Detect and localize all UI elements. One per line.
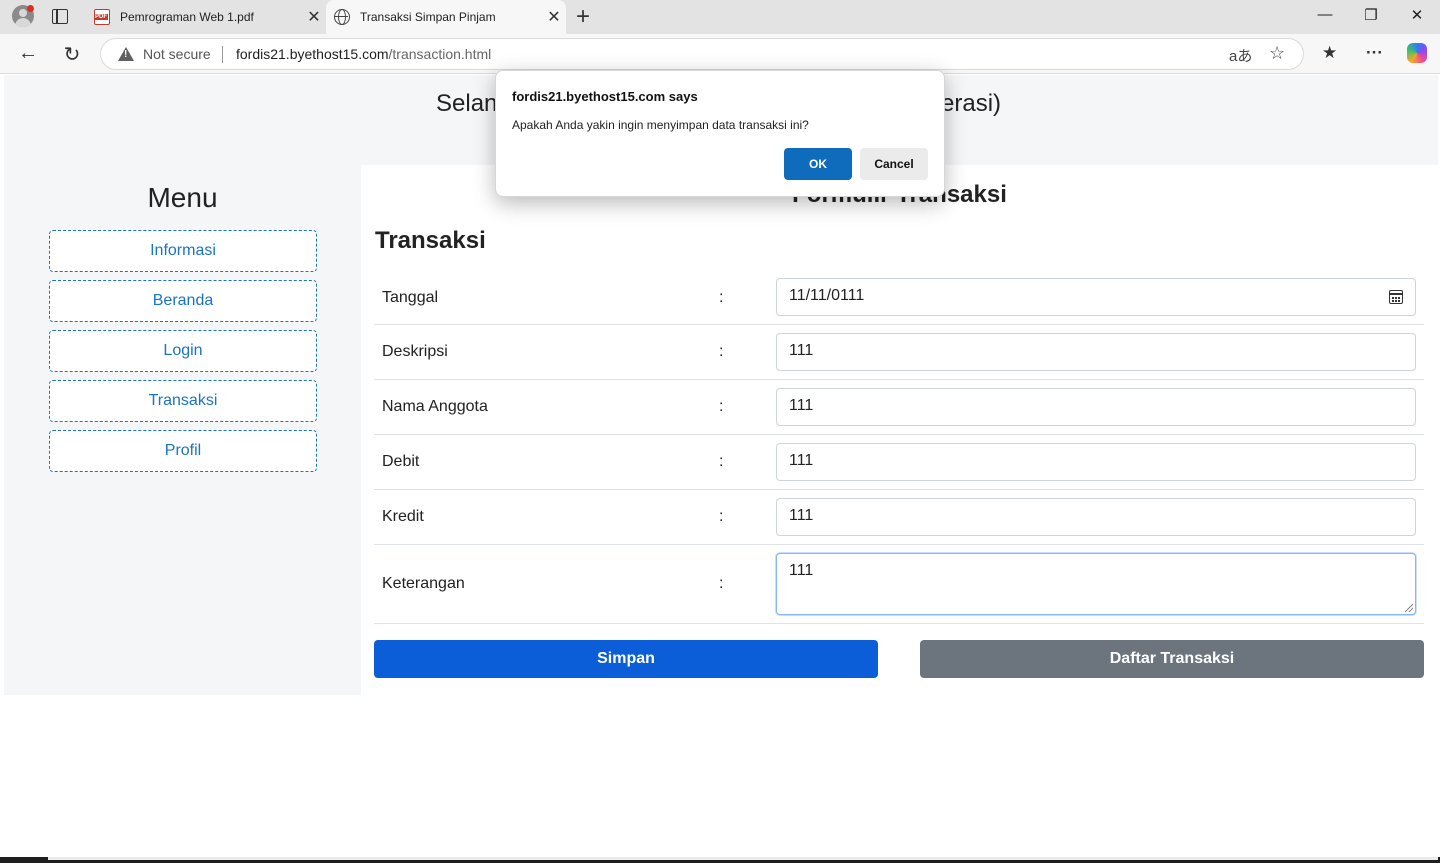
ok-button[interactable]: OK (784, 148, 852, 180)
cancel-button[interactable]: Cancel (860, 148, 928, 180)
colon: : (719, 508, 724, 525)
field-label: Nama Anggota (382, 398, 488, 415)
menu-item-login[interactable]: Login (49, 330, 317, 372)
taskbar-edge (0, 857, 1440, 863)
field-label: Kredit (382, 508, 424, 525)
dialog-origin: fordis21.byethost15.com says (512, 89, 698, 104)
warning-icon (118, 47, 134, 61)
url-path: /transaction.html (388, 46, 492, 62)
form-row-deskripsi: Deskripsi : 111 (374, 325, 1424, 380)
field-value: 111 (789, 397, 814, 414)
form-row-keterangan: Keterangan : 111 (374, 545, 1424, 624)
divider (222, 46, 223, 63)
colon: : (719, 575, 724, 592)
colon: : (719, 398, 724, 415)
section-title: Transaksi (375, 227, 486, 254)
more-icon[interactable]: ··· (1366, 43, 1383, 63)
form-row-nama-anggota: Nama Anggota : 111 (374, 380, 1424, 435)
form-row-kredit: Kredit : 111 (374, 490, 1424, 545)
tab-title: Transaksi Simpan Pinjam (360, 10, 496, 24)
colon: : (719, 343, 724, 360)
tab-pdf[interactable]: Pemrograman Web 1.pdf ✕ (86, 0, 326, 34)
new-tab-icon[interactable]: + (576, 3, 590, 31)
simpan-button[interactable]: Simpan (374, 640, 878, 678)
address-bar[interactable]: Not secure fordis21.byethost15.com/trans… (100, 38, 1304, 70)
nama-anggota-input[interactable]: 111 (776, 388, 1416, 426)
reload-icon[interactable]: ↻ (60, 42, 84, 67)
window-close-icon[interactable]: ✕ (1394, 6, 1440, 24)
colon: : (719, 453, 724, 470)
date-input[interactable]: 11/11/0111 (776, 278, 1416, 316)
field-value: 11/11/0111 (789, 287, 865, 304)
form-row-debit: Debit : 111 (374, 435, 1424, 490)
menu-item-profil[interactable]: Profil (49, 430, 317, 472)
alert-dialog: fordis21.byethost15.com says Apakah Anda… (495, 70, 945, 197)
security-label[interactable]: Not secure (143, 46, 211, 62)
sidebar: Menu Informasi Beranda Login Transaksi P… (4, 165, 361, 695)
dialog-message: Apakah Anda yakin ingin menyimpan data t… (512, 118, 809, 132)
translate-icon[interactable]: aあ (1229, 45, 1252, 66)
field-label: Debit (382, 453, 420, 470)
resize-handle-icon[interactable] (1405, 604, 1413, 612)
field-label: Keterangan (382, 575, 465, 592)
form-row-tanggal: Tanggal : 11/11/0111 (374, 273, 1424, 325)
field-value: 111 (789, 562, 814, 579)
main-content: Formulir Transaksi Transaksi Tanggal : 1… (361, 165, 1438, 695)
debit-input[interactable]: 111 (776, 443, 1416, 481)
menu-item-informasi[interactable]: Informasi (49, 230, 317, 272)
menu-item-transaksi[interactable]: Transaksi (49, 380, 317, 422)
tab-bar: Pemrograman Web 1.pdf ✕ Transaksi Simpan… (0, 0, 1440, 34)
daftar-transaksi-button[interactable]: Daftar Transaksi (920, 640, 1424, 678)
calendar-icon[interactable] (1389, 290, 1403, 304)
notification-dot (27, 5, 34, 12)
back-icon[interactable]: ← (16, 42, 40, 65)
tab-actions-icon[interactable] (52, 9, 68, 24)
favorites-icon[interactable]: ★ (1322, 43, 1337, 63)
close-tab-icon[interactable]: ✕ (542, 7, 566, 27)
copilot-icon[interactable] (1407, 43, 1427, 63)
page-title-right: erasi) (941, 90, 1002, 117)
field-label: Deskripsi (382, 343, 448, 360)
keterangan-textarea[interactable]: 111 (776, 553, 1416, 615)
tab-title: Pemrograman Web 1.pdf (120, 10, 254, 24)
kredit-input[interactable]: 111 (776, 498, 1416, 536)
close-tab-icon[interactable]: ✕ (302, 7, 326, 27)
minimize-icon[interactable]: — (1302, 6, 1348, 23)
field-value: 111 (789, 342, 814, 359)
field-label: Tanggal (382, 289, 439, 306)
deskripsi-input[interactable]: 111 (776, 333, 1416, 371)
menu-title: Menu (147, 182, 218, 213)
star-icon[interactable]: ☆ (1269, 43, 1285, 64)
field-value: 111 (789, 507, 814, 524)
menu-item-beranda[interactable]: Beranda (49, 280, 317, 322)
colon: : (719, 289, 724, 306)
url-text[interactable]: fordis21.byethost15.com/transaction.html (236, 46, 491, 62)
browser-toolbar: ← ↻ Not secure fordis21.byethost15.com/t… (0, 34, 1440, 74)
tab-active[interactable]: Transaksi Simpan Pinjam ✕ (326, 0, 566, 34)
globe-icon (334, 9, 350, 25)
field-value: 111 (789, 452, 814, 469)
page-title-left: Selan (436, 90, 498, 117)
restore-icon[interactable]: ❐ (1348, 6, 1394, 24)
url-host: fordis21.byethost15.com (236, 46, 389, 62)
pdf-file-icon (94, 9, 110, 25)
